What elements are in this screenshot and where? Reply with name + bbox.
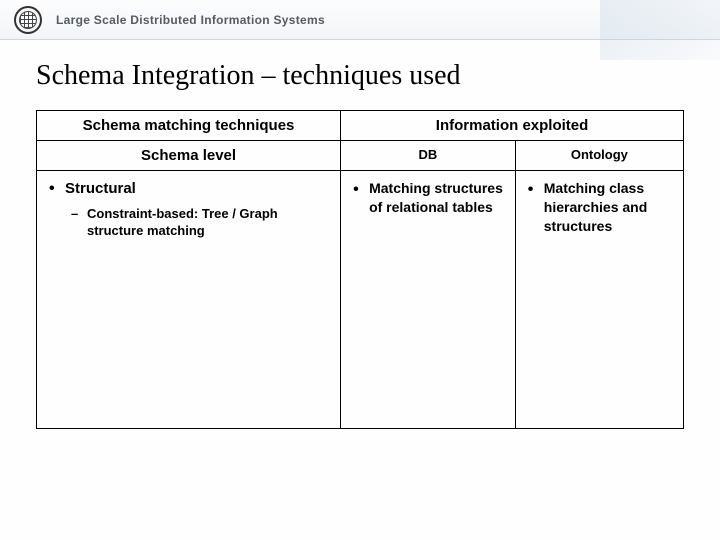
table-row: Structural Constraint-based: Tree / Grap…	[37, 171, 684, 429]
col-header-db: DB	[341, 141, 516, 171]
cell-db: Matching structures of relational tables	[341, 171, 516, 429]
slide-header: Large Scale Distributed Information Syst…	[0, 0, 720, 40]
technique-item: Structural Constraint-based: Tree / Grap…	[47, 179, 330, 240]
slide-body: Schema Integration – techniques used Sch…	[0, 40, 720, 439]
col-header-techniques: Schema matching techniques	[37, 111, 341, 141]
col-header-info: Information exploited	[341, 111, 684, 141]
cell-ontology: Matching class hierarchies and structure…	[515, 171, 683, 429]
brand-text: Large Scale Distributed Information Syst…	[56, 13, 325, 27]
table-header-row-2: Schema level DB Ontology	[37, 141, 684, 171]
slide-title: Schema Integration – techniques used	[36, 60, 684, 92]
technique-sub-item: Constraint-based: Tree / Graph structure…	[71, 205, 330, 240]
techniques-table: Schema matching techniques Information e…	[36, 110, 684, 429]
cell-technique: Structural Constraint-based: Tree / Grap…	[37, 171, 341, 429]
technique-label: Structural	[65, 180, 136, 197]
col-header-ontology: Ontology	[515, 141, 683, 171]
ontology-item: Matching class hierarchies and structure…	[526, 179, 673, 236]
db-item: Matching structures of relational tables	[351, 179, 505, 217]
lsdis-logo-icon	[14, 6, 42, 34]
table-header-row-1: Schema matching techniques Information e…	[37, 111, 684, 141]
col-header-level: Schema level	[37, 141, 341, 171]
